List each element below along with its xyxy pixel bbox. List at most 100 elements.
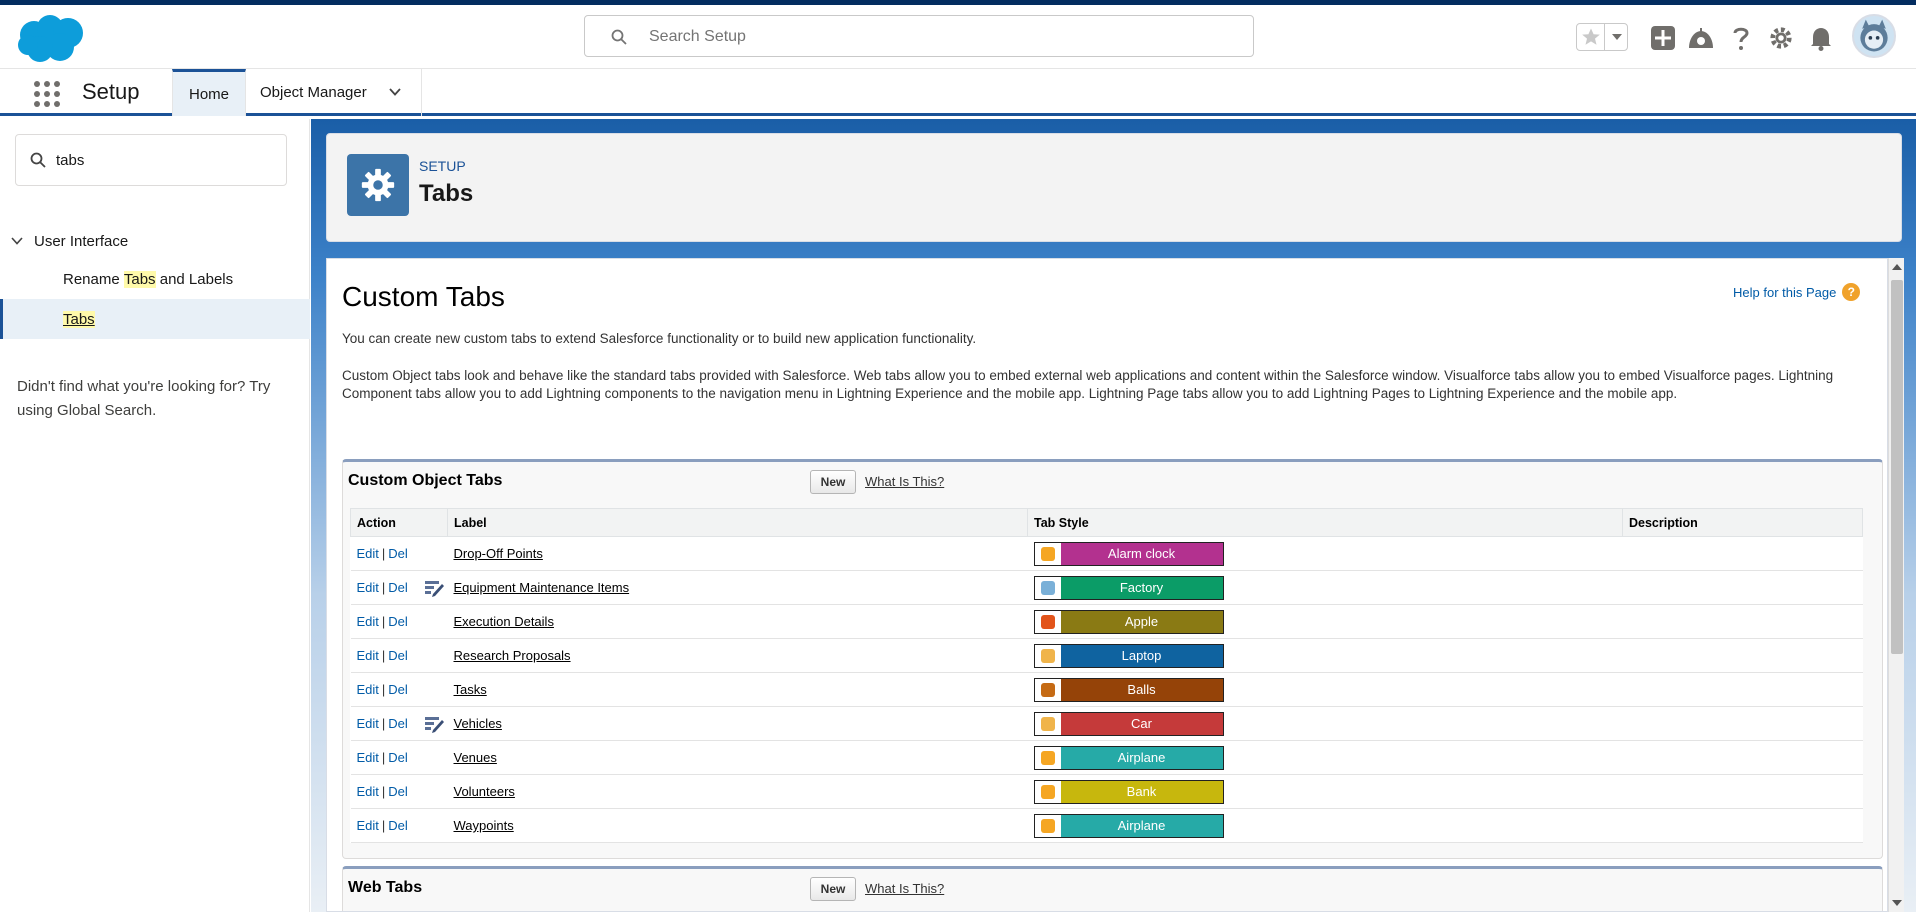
delete-link[interactable]: Del	[388, 716, 408, 731]
salesforce-logo[interactable]	[16, 13, 88, 65]
global-search-input[interactable]	[649, 24, 1229, 50]
favorites-group	[1576, 23, 1628, 51]
table-row: Edit | Del Execution Details Apple	[350, 604, 1863, 639]
tab-label-link[interactable]: Drop-Off Points	[454, 546, 543, 561]
edit-link[interactable]: Edit	[357, 750, 379, 765]
row-description-cell	[1622, 536, 1863, 571]
quick-find[interactable]	[15, 134, 287, 186]
tab-style-name: Car	[1060, 712, 1223, 735]
sidebar-item-tabs[interactable]: Tabs	[0, 299, 310, 339]
sidebar-item-rename-tabs-and-labels[interactable]: Rename Tabs and Labels	[0, 259, 310, 299]
tab-object-manager[interactable]: Object Manager	[246, 69, 422, 116]
chevron-down-icon[interactable]	[10, 234, 24, 248]
tab-style-name: Airplane	[1060, 814, 1223, 837]
tab-object-manager-label: Object Manager	[260, 84, 367, 101]
new-web-tab-button[interactable]: New	[810, 877, 856, 901]
tab-label-link[interactable]: Tasks	[454, 682, 487, 697]
help-for-this-page-link[interactable]: Help for this Page ?	[1733, 283, 1861, 301]
table-row: Edit | Del Vehicles Car	[350, 706, 1863, 741]
row-label-cell: Drop-Off Points	[447, 536, 1028, 571]
web-tabs-block: Web Tabs New What Is This?	[342, 866, 1883, 911]
scroll-up-arrow-icon[interactable]	[1892, 264, 1902, 270]
tab-style-icon	[1034, 542, 1061, 565]
what-is-this-link[interactable]: What Is This?	[865, 474, 944, 489]
tab-style-icon	[1034, 712, 1061, 735]
edit-link[interactable]: Edit	[357, 682, 379, 697]
scroll-down-arrow-icon[interactable]	[1892, 900, 1902, 906]
new-custom-object-tab-button[interactable]: New	[810, 470, 856, 494]
context-bar: Setup Home Object Manager	[0, 69, 1916, 116]
tab-style-swatch: Bank	[1033, 779, 1224, 804]
delete-link[interactable]: Del	[388, 784, 408, 799]
tab-style-swatch: Airplane	[1033, 813, 1224, 838]
setup-gear-icon[interactable]	[1766, 23, 1796, 53]
scrollbar-thumb[interactable]	[1891, 280, 1903, 654]
tab-style-icon	[1034, 780, 1061, 803]
edit-link[interactable]: Edit	[357, 784, 379, 799]
search-icon	[30, 152, 46, 168]
column-header-description: Description	[1622, 508, 1863, 537]
custom-tabs-content: Custom Tabs Help for this Page ? You can…	[326, 258, 1888, 912]
tab-label-link[interactable]: Execution Details	[454, 614, 554, 629]
tab-style-icon	[1034, 610, 1061, 633]
column-header-action: Action	[350, 508, 448, 537]
tab-style-name: Apple	[1060, 610, 1223, 633]
delete-link[interactable]: Del	[388, 682, 408, 697]
row-tab-style-cell: Airplane	[1027, 740, 1623, 775]
search-highlight: Tabs	[123, 270, 156, 288]
search-icon	[611, 29, 627, 45]
quick-find-input[interactable]	[56, 147, 276, 173]
edit-link[interactable]: Edit	[357, 818, 379, 833]
edit-link[interactable]: Edit	[357, 546, 379, 561]
user-avatar[interactable]	[1852, 14, 1896, 58]
trailhead-icon[interactable]	[1686, 23, 1716, 53]
delete-link[interactable]: Del	[388, 580, 408, 595]
delete-link[interactable]: Del	[388, 818, 408, 833]
row-tab-style-cell: Laptop	[1027, 638, 1623, 673]
tab-label-link[interactable]: Waypoints	[454, 818, 514, 833]
row-tab-style-cell: Car	[1027, 706, 1623, 741]
favorites-star-icon[interactable]	[1581, 27, 1601, 47]
action-separator: |	[381, 614, 386, 629]
favorites-dropdown-icon[interactable]	[1604, 24, 1628, 50]
tab-label-link[interactable]: Research Proposals	[454, 648, 571, 663]
delete-link[interactable]: Del	[388, 614, 408, 629]
content-scrollbar[interactable]	[1888, 258, 1904, 912]
row-actions: Edit | Del	[350, 774, 448, 809]
tab-style-icon	[1034, 814, 1061, 837]
edit-link[interactable]: Edit	[357, 614, 379, 629]
tab-label-link[interactable]: Venues	[454, 750, 497, 765]
tab-label-link[interactable]: Equipment Maintenance Items	[454, 580, 630, 595]
notifications-bell-icon[interactable]	[1806, 23, 1836, 53]
delete-link[interactable]: Del	[388, 750, 408, 765]
chevron-down-icon[interactable]	[388, 85, 402, 99]
row-label-cell: Vehicles	[424, 706, 1028, 741]
block-title: Web Tabs	[348, 879, 423, 896]
edit-link[interactable]: Edit	[357, 716, 379, 731]
row-tab-style-cell: Apple	[1027, 604, 1623, 639]
edit-link[interactable]: Edit	[357, 580, 379, 595]
global-actions-plus-icon[interactable]	[1648, 23, 1678, 53]
row-description-cell	[1622, 774, 1863, 809]
delete-link[interactable]: Del	[388, 648, 408, 663]
app-launcher-icon[interactable]	[32, 79, 60, 107]
setup-gear-icon	[347, 154, 409, 216]
tree-section-user-interface[interactable]: User Interface	[0, 227, 310, 255]
row-tab-style-cell: Factory	[1027, 570, 1623, 605]
tab-label-link[interactable]: Volunteers	[454, 784, 515, 799]
action-separator: |	[381, 546, 386, 561]
app-name: Setup	[82, 79, 140, 104]
sidebar-item-label: Tabs	[63, 310, 95, 328]
delete-link[interactable]: Del	[388, 546, 408, 561]
row-description-cell	[1622, 740, 1863, 775]
row-actions: Edit | Del	[350, 536, 448, 571]
tab-home[interactable]: Home	[172, 69, 246, 116]
page-eyebrow: SETUP	[419, 158, 466, 174]
edit-link[interactable]: Edit	[357, 648, 379, 663]
tab-label-link[interactable]: Vehicles	[454, 716, 502, 731]
what-is-this-link[interactable]: What Is This?	[865, 881, 944, 896]
tab-style-swatch: Factory	[1033, 575, 1224, 600]
help-icon[interactable]	[1726, 23, 1756, 53]
global-search[interactable]	[584, 15, 1254, 57]
intro-text: You can create new custom tabs to extend…	[342, 331, 977, 346]
